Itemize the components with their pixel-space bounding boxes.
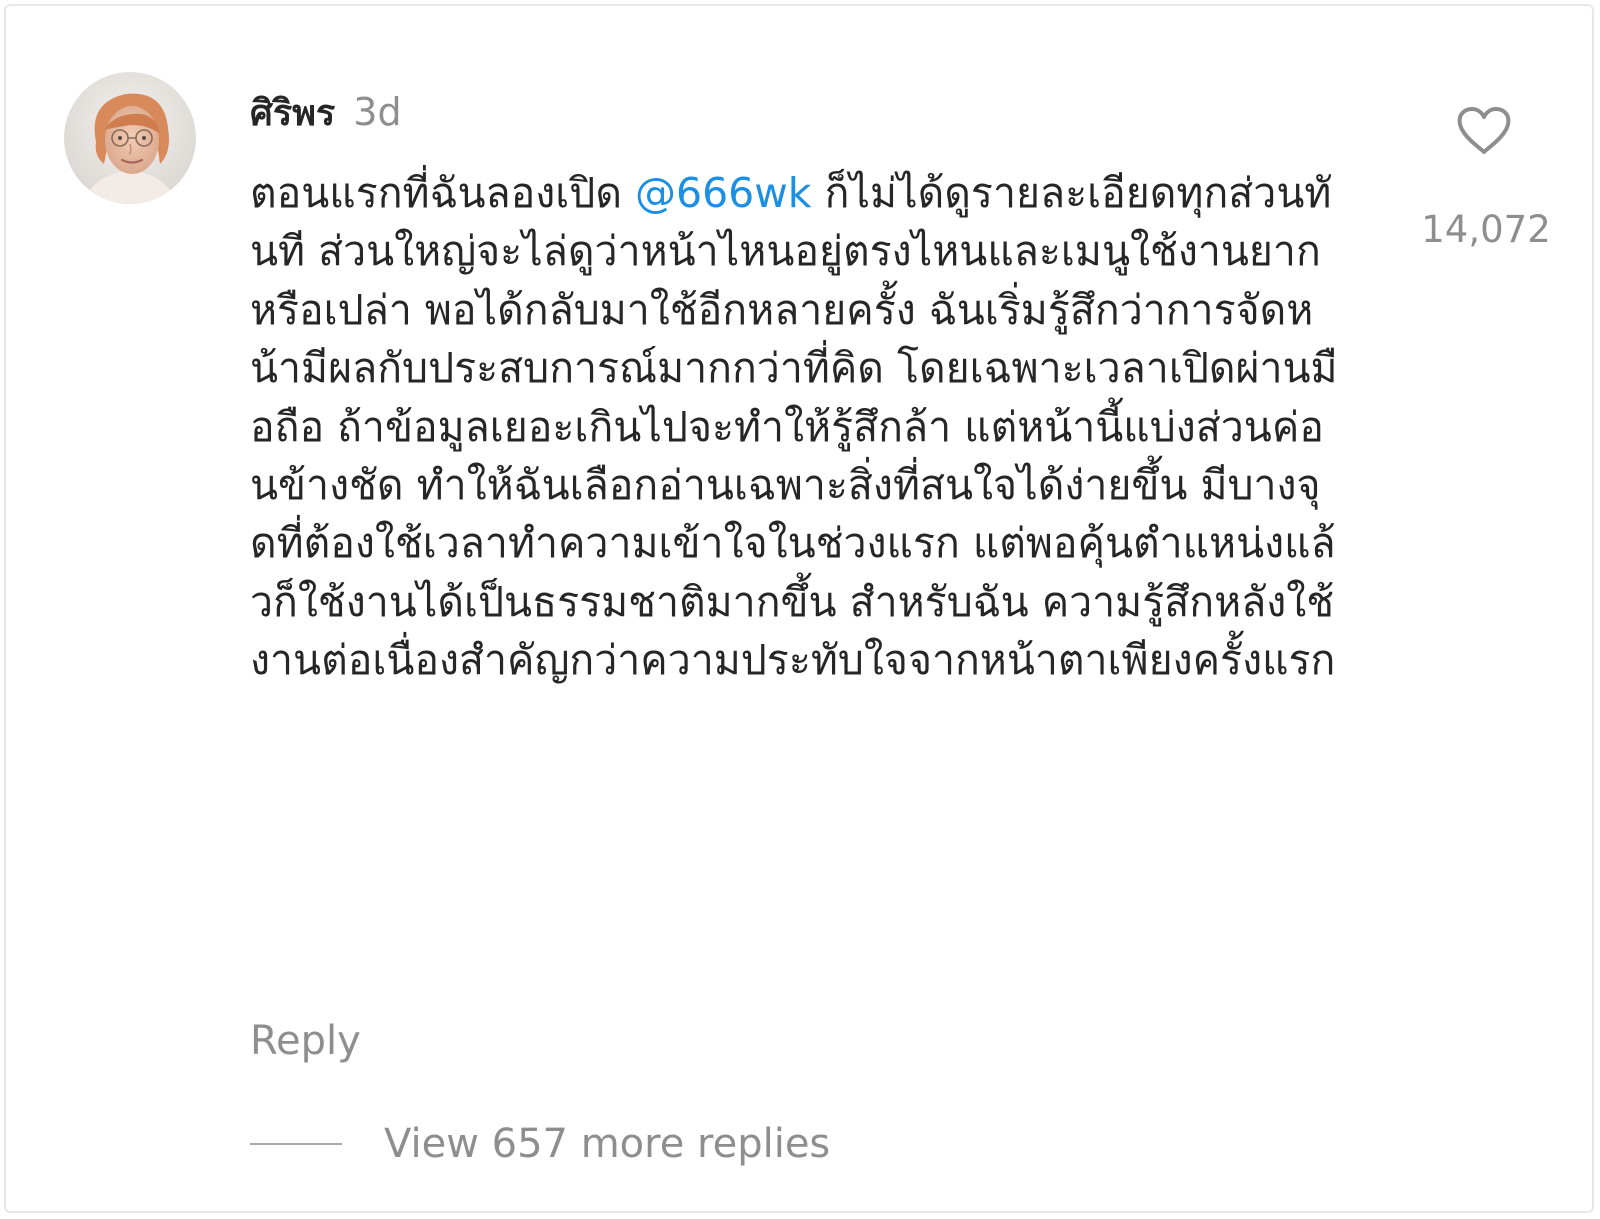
timestamp: 3d bbox=[353, 90, 402, 134]
avatar[interactable] bbox=[64, 72, 196, 204]
comment-text: ตอนแรกที่ฉันลองเปิด @666wk ก็ไม่ได้ดูราย… bbox=[250, 164, 1340, 690]
username[interactable]: ศิริพร bbox=[250, 84, 335, 141]
comment-header: ศิริพร 3d bbox=[250, 84, 402, 134]
view-replies-label: View 657 more replies bbox=[384, 1121, 831, 1167]
avatar-image bbox=[64, 72, 196, 204]
view-replies-button[interactable]: View 657 more replies bbox=[250, 1121, 830, 1167]
comment-card: ศิริพร 3d ตอนแรกที่ฉันลองเปิด @666wk ก็ไ… bbox=[4, 4, 1594, 1213]
comment-text-rest: ก็ไม่ได้ดูรายละเอียดทุกส่วนทันที ส่วนใหญ… bbox=[250, 169, 1338, 685]
heart-outline-icon[interactable] bbox=[1456, 106, 1512, 156]
comment-text-start: ตอนแรกที่ฉันลองเปิด bbox=[250, 169, 635, 217]
like-count: 14,072 bbox=[1421, 208, 1551, 251]
divider-line bbox=[250, 1143, 342, 1145]
mention-link[interactable]: @666wk bbox=[635, 169, 812, 217]
reply-button[interactable]: Reply bbox=[250, 1018, 361, 1064]
